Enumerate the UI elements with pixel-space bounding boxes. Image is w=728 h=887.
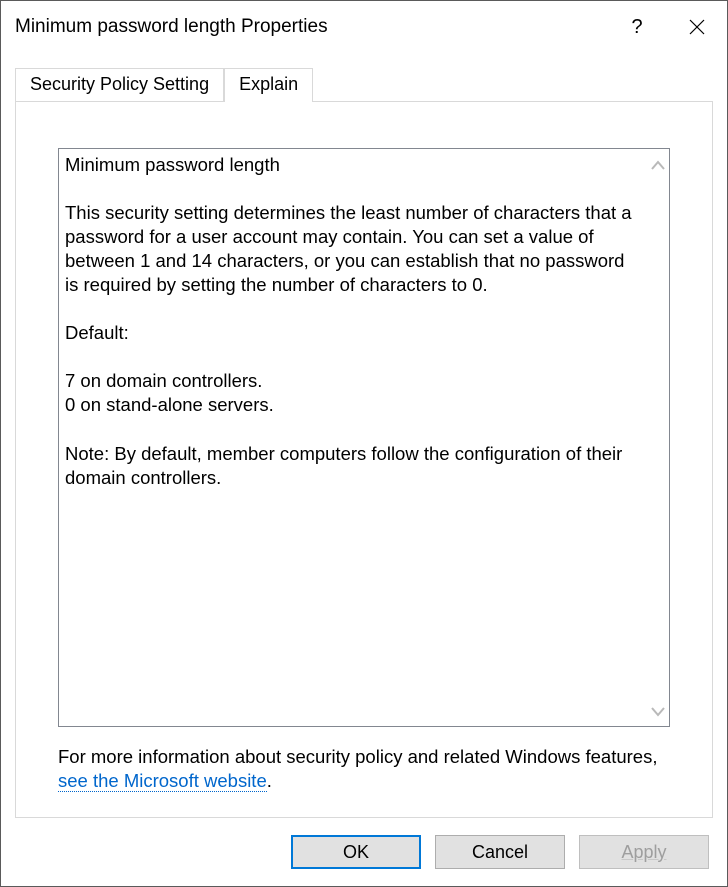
explain-text-content: Minimum password length This security se…: [59, 149, 647, 726]
close-button[interactable]: [667, 1, 727, 53]
scroll-up-icon: [651, 155, 665, 173]
footer-link-text: see the Microsoft website: [58, 770, 267, 791]
explain-textbox[interactable]: Minimum password length This security se…: [58, 148, 670, 727]
properties-dialog: Minimum password length Properties ? Sec…: [0, 0, 728, 887]
tab-label: Explain: [239, 74, 298, 94]
tab-security-policy-setting[interactable]: Security Policy Setting: [15, 68, 224, 101]
footer-suffix: .: [267, 770, 272, 791]
apply-button: Apply: [579, 835, 709, 869]
window-title: Minimum password length Properties: [15, 16, 607, 38]
tabstrip: Security Policy Setting Explain: [15, 67, 713, 101]
footer-prefix: For more information about security poli…: [58, 746, 657, 767]
scroll-down-icon: [651, 702, 665, 720]
ok-button[interactable]: OK: [291, 835, 421, 869]
button-row: OK Cancel Apply: [1, 818, 727, 886]
client-area: Security Policy Setting Explain Minimum …: [1, 53, 727, 818]
microsoft-website-link[interactable]: see the Microsoft website: [58, 770, 267, 792]
help-button[interactable]: ?: [607, 1, 667, 53]
help-icon: ?: [631, 16, 642, 39]
close-icon: [689, 19, 705, 35]
scrollbar[interactable]: [647, 149, 669, 726]
tab-label: Security Policy Setting: [30, 74, 209, 94]
cancel-button[interactable]: Cancel: [435, 835, 565, 869]
tab-panel-explain: Minimum password length This security se…: [15, 101, 713, 818]
footer-note: For more information about security poli…: [58, 745, 670, 793]
tab-explain[interactable]: Explain: [224, 68, 313, 102]
titlebar: Minimum password length Properties ?: [1, 1, 727, 53]
